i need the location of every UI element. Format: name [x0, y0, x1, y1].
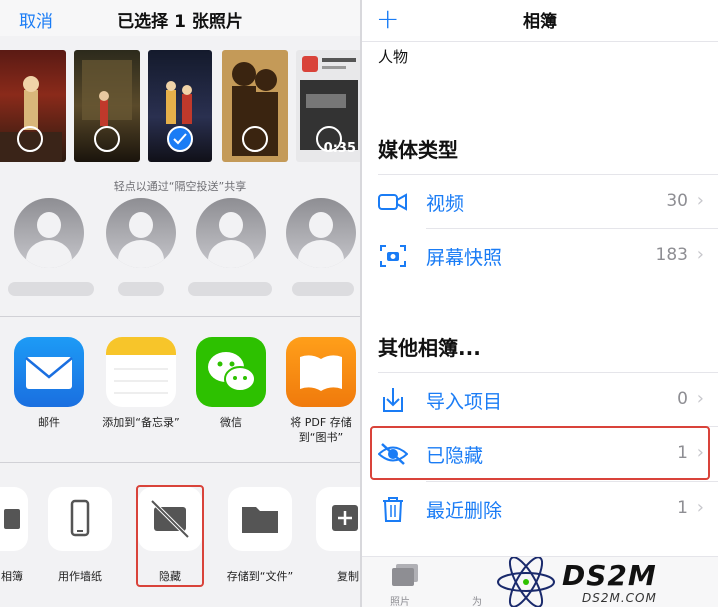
album-row-imports[interactable]: 导入项目 0 › — [362, 373, 718, 427]
trash-icon — [383, 497, 403, 522]
action-label-copy: 复制 — [337, 570, 359, 583]
photo-thumbnail[interactable] — [148, 50, 212, 162]
photo-thumbnail[interactable]: 0:35 — [296, 50, 360, 162]
album-count: 1 — [677, 498, 688, 518]
screenshot-icon — [380, 245, 406, 267]
watermark-url: DS2M.COM — [582, 591, 657, 605]
wechat-icon[interactable] — [196, 337, 266, 407]
checkmark-icon — [173, 133, 187, 145]
album-count: 0 — [677, 389, 688, 409]
divider — [0, 462, 360, 463]
chevron-right-icon: › — [696, 244, 704, 265]
hide-action-highlight — [136, 485, 204, 587]
photos-icon[interactable] — [390, 563, 420, 589]
airdrop-contact-avatar[interactable] — [106, 198, 176, 268]
other-albums-heading: 其他相簿... — [378, 336, 481, 360]
copy-icon[interactable] — [316, 487, 360, 551]
mail-icon[interactable] — [14, 337, 84, 407]
album-row-videos[interactable]: 视频 30 › — [362, 175, 718, 229]
app-label-wechat: 微信 — [220, 416, 242, 429]
selection-title: 已选择 1 张照片 — [117, 12, 243, 32]
atom-logo-icon — [497, 557, 555, 607]
tab-photos-label[interactable]: 照片 — [390, 593, 410, 607]
chevron-right-icon: › — [696, 388, 704, 409]
media-types-heading: 媒体类型 — [378, 138, 458, 162]
phone-icon[interactable] — [48, 487, 112, 551]
albums-panel: + 相簿 人物 媒体类型 视频 30 › 屏幕快照 183 › 其他相簿... … — [362, 0, 718, 607]
watermark: DS2M DS2M.COM — [492, 557, 718, 607]
album-label: 导入项目 — [426, 391, 503, 413]
blurred-name — [118, 282, 164, 296]
share-sheet-header: 取消 已选择 1 张照片 — [0, 0, 360, 36]
import-icon — [383, 388, 403, 412]
airdrop-contact-avatar[interactable] — [286, 198, 356, 268]
album-label: 最近删除 — [426, 500, 503, 522]
app-label-mail: 邮件 — [38, 416, 60, 429]
blurred-name — [292, 282, 354, 296]
photo-thumbnail[interactable] — [222, 50, 288, 162]
photo-thumbnail[interactable] — [74, 50, 140, 162]
folder-icon[interactable] — [228, 487, 292, 551]
hidden-album-highlight — [370, 426, 710, 480]
albums-header: + 相簿 — [362, 0, 718, 42]
select-circle[interactable] — [17, 126, 43, 152]
blurred-name — [188, 282, 272, 296]
airdrop-contact-avatar[interactable] — [14, 198, 84, 268]
album-row-screenshots[interactable]: 屏幕快照 183 › — [362, 229, 718, 283]
album-count: 183 — [655, 245, 688, 265]
share-sheet-panel: 取消 已选择 1 张照片 0:35 轻点以通过“隔空投送”共享 邮件 添加到“备… — [0, 0, 360, 607]
video-duration: 0:35 — [323, 141, 356, 156]
action-label-files: 存储到“文件” — [226, 570, 294, 583]
album-label: 屏幕快照 — [426, 247, 503, 269]
chevron-right-icon: › — [696, 497, 704, 518]
albums-title: 相簿 — [523, 12, 557, 32]
album-count: 30 — [666, 191, 688, 211]
watermark-text: DS2M — [562, 559, 657, 592]
tab-for-you-label[interactable]: 为 — [472, 593, 482, 607]
photo-thumbnail[interactable] — [0, 50, 66, 162]
airdrop-hint: 轻点以通过“隔空投送”共享 — [113, 180, 247, 193]
album-row-recently-deleted[interactable]: 最近删除 1 › — [362, 482, 718, 536]
airdrop-contact-avatar[interactable] — [196, 198, 266, 268]
notes-icon[interactable] — [106, 337, 176, 407]
album-icon[interactable] — [0, 487, 28, 551]
people-label[interactable]: 人物 — [378, 46, 408, 67]
action-label-wallpaper: 用作墙纸 — [58, 570, 102, 583]
photo-strip[interactable]: 0:35 — [0, 50, 360, 164]
chevron-right-icon: › — [696, 190, 704, 211]
divider — [0, 316, 360, 317]
select-circle[interactable] — [94, 126, 120, 152]
video-icon — [378, 193, 407, 211]
tab-bar: 照片 为 DS2M DS2M.COM — [362, 556, 718, 607]
app-label-books: 将 PDF 存储到“图书” — [290, 416, 352, 444]
album-label: 视频 — [426, 193, 465, 215]
books-icon[interactable] — [286, 337, 356, 407]
app-label-notes: 添加到“备忘录” — [102, 416, 180, 429]
blurred-name — [8, 282, 94, 296]
select-circle[interactable] — [242, 126, 268, 152]
